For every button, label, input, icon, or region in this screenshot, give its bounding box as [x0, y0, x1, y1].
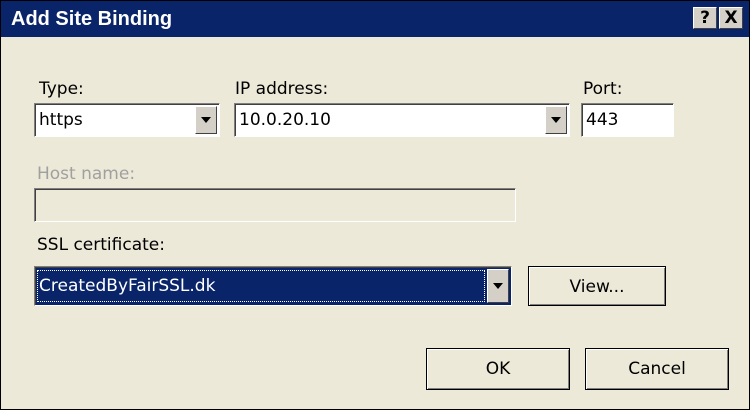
add-site-binding-dialog: Add Site Binding ? X Type: https IP addr… — [0, 0, 750, 410]
view-button-label: View... — [569, 277, 625, 297]
ip-address-dropdown-button[interactable] — [545, 106, 567, 134]
host-name-input[interactable] — [34, 188, 516, 222]
cancel-button[interactable]: Cancel — [585, 348, 729, 390]
type-value: https — [39, 110, 83, 130]
type-select[interactable]: https — [34, 103, 220, 137]
host-name-label: Host name: — [37, 164, 136, 184]
ip-address-select[interactable]: 10.0.20.10 — [234, 103, 570, 137]
chevron-down-icon — [493, 283, 503, 289]
ssl-certificate-dropdown-button[interactable] — [487, 269, 509, 303]
title-bar[interactable]: Add Site Binding ? X — [1, 1, 749, 37]
type-dropdown-button[interactable] — [195, 106, 217, 134]
ok-button-label: OK — [485, 359, 511, 379]
port-value: 443 — [586, 110, 619, 130]
port-label: Port: — [583, 79, 623, 99]
chevron-down-icon — [551, 117, 561, 123]
port-input[interactable]: 443 — [581, 103, 674, 137]
ssl-certificate-value: CreatedByFairSSL.dk — [39, 276, 216, 296]
window-title: Add Site Binding — [11, 8, 173, 30]
ssl-certificate-select[interactable]: CreatedByFairSSL.dk — [34, 266, 512, 306]
view-button[interactable]: View... — [528, 266, 666, 306]
type-label: Type: — [39, 79, 84, 99]
cancel-button-label: Cancel — [628, 359, 686, 379]
ip-address-value: 10.0.20.10 — [239, 110, 331, 130]
close-button[interactable]: X — [719, 7, 743, 29]
chevron-down-icon — [201, 117, 211, 123]
help-button[interactable]: ? — [693, 7, 717, 29]
ok-button[interactable]: OK — [426, 348, 570, 390]
ssl-certificate-label: SSL certificate: — [37, 235, 165, 255]
ip-address-label: IP address: — [235, 79, 329, 99]
